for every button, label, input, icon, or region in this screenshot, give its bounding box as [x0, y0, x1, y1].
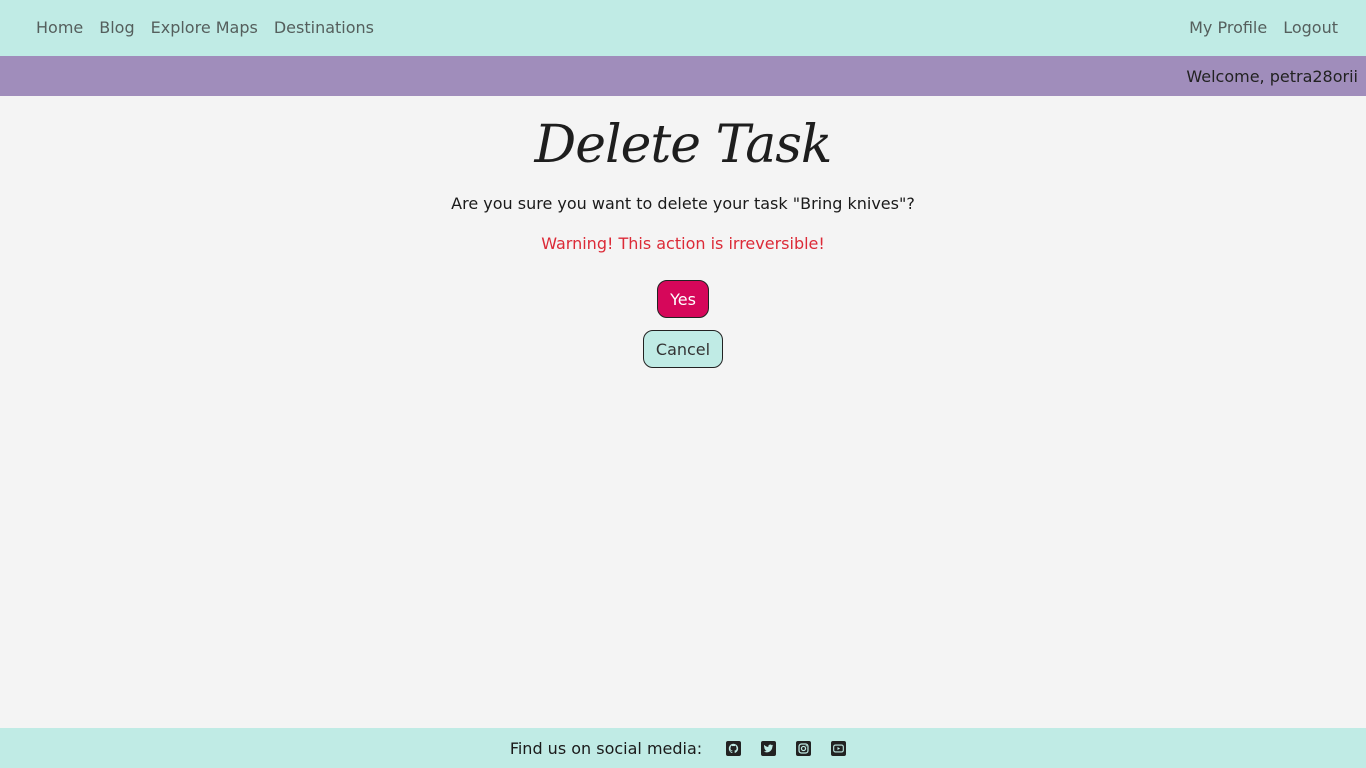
top-navbar: Home Blog Explore Maps Destinations My P…	[0, 0, 1366, 56]
welcome-message: Welcome, petra28orii	[1186, 66, 1358, 86]
youtube-icon[interactable]	[831, 740, 847, 756]
nav-right-group: My Profile Logout	[1181, 0, 1346, 56]
github-icon[interactable]	[726, 740, 742, 756]
nav-home-link[interactable]: Home	[28, 0, 91, 56]
nav-left-group: Home Blog Explore Maps Destinations	[28, 0, 382, 56]
nav-logout-link[interactable]: Logout	[1275, 0, 1346, 56]
delete-confirmation-question: Are you sure you want to delete your tas…	[451, 194, 915, 213]
twitter-icon[interactable]	[761, 740, 777, 756]
main-content: Delete Task Are you sure you want to del…	[0, 96, 1366, 728]
irreversible-warning: Warning! This action is irreversible!	[541, 234, 825, 253]
nav-blog-link[interactable]: Blog	[91, 0, 142, 56]
footer-social-label: Find us on social media:	[509, 738, 703, 758]
footer: Find us on social media:	[0, 728, 1366, 768]
page-title: Delete Task	[534, 115, 833, 175]
nav-my-profile-link[interactable]: My Profile	[1181, 0, 1275, 56]
nav-explore-maps-link[interactable]: Explore Maps	[143, 0, 266, 56]
confirm-delete-button[interactable]: Yes	[657, 280, 709, 318]
cancel-button[interactable]: Cancel	[643, 330, 723, 368]
welcome-bar: Welcome, petra28orii	[0, 56, 1366, 96]
nav-destinations-link[interactable]: Destinations	[266, 0, 382, 56]
instagram-icon[interactable]	[796, 740, 812, 756]
